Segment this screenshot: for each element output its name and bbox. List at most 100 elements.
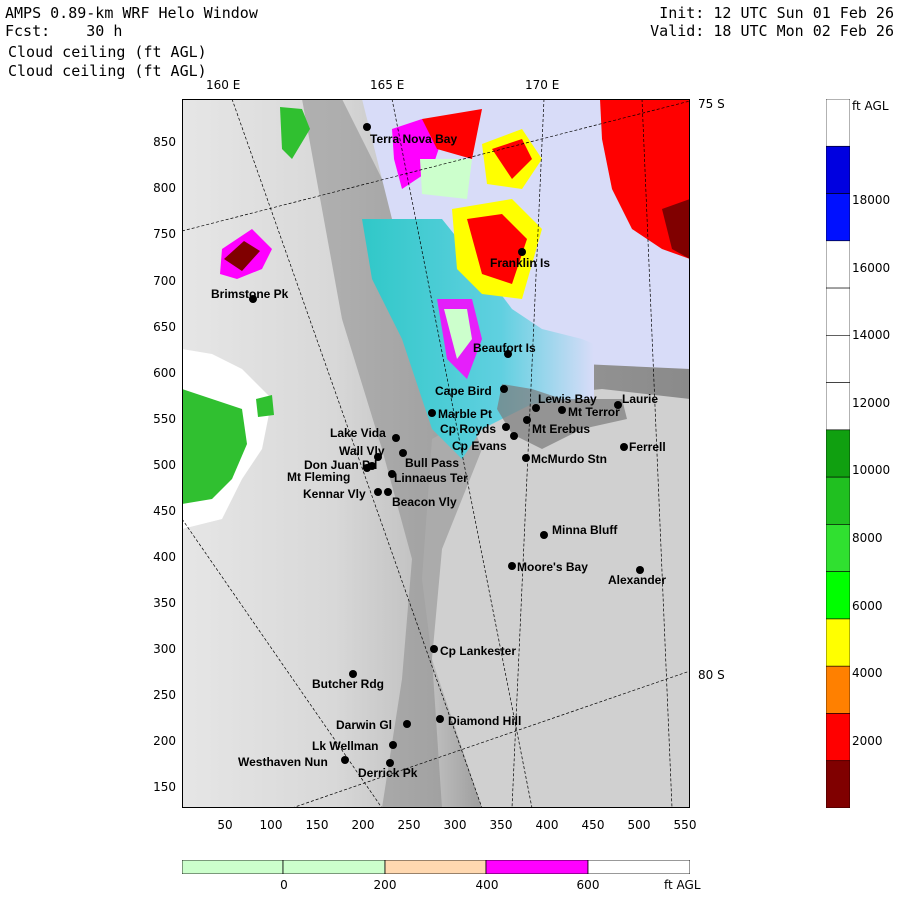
colorbar-tick-label: 16000 [852, 261, 891, 275]
place-label: Cp Evans [452, 439, 507, 453]
y-tick-label: 550 [153, 412, 176, 426]
x-tick-label: 550 [673, 818, 697, 832]
x-tick-label: 400 [535, 818, 559, 832]
place-label: Derrick Pk [358, 766, 418, 780]
place-marker-icon [363, 464, 371, 472]
colorbar-segment [826, 713, 850, 762]
hbar-segment [485, 860, 589, 874]
y-tick-label: 250 [153, 688, 176, 702]
y-tick-label: 450 [153, 504, 176, 518]
field-label-2: Cloud ceiling (ft AGL) [8, 62, 207, 80]
place-label: Mt Fleming [287, 470, 351, 484]
place-label: Butcher Rdg [312, 677, 384, 691]
place-marker-icon [558, 406, 566, 414]
colorbar-tick-label: 12000 [852, 396, 891, 410]
place-label: Moore's Bay [517, 560, 588, 574]
hbar-segment [587, 860, 690, 874]
place-marker-icon [384, 488, 392, 496]
place-label: Diamond Hill [448, 714, 522, 728]
field-label-1: Cloud ceiling (ft AGL) [8, 43, 207, 61]
lon-label: 160 E [206, 78, 241, 92]
hbar-tick-label: 600 [576, 878, 600, 892]
y-tick-label: 700 [153, 274, 176, 288]
colorbar-tick-label: 6000 [852, 599, 883, 613]
place-label: Bull Pass [405, 456, 460, 470]
place-label: Darwin Gl [336, 718, 393, 732]
lat-label: 75 S [698, 97, 725, 111]
place-label: Mt Erebus [532, 422, 591, 436]
colorbar-tick-label: 8000 [852, 531, 883, 545]
hbar-segment [384, 860, 487, 874]
map-title: AMPS 0.89-km WRF Helo Window [5, 4, 258, 22]
hbar-segment [282, 860, 386, 874]
place-label: Cp Lankester [440, 644, 517, 658]
cloud-ceiling-map [182, 99, 690, 808]
colorbar-segment [826, 571, 850, 620]
x-tick-label: 250 [397, 818, 421, 832]
x-tick-label: 450 [581, 818, 605, 832]
place-label: Lk Wellman [312, 739, 379, 753]
hbar-segment [182, 860, 284, 874]
colorbar-segment [826, 429, 850, 478]
place-marker-icon [502, 423, 510, 431]
hbar-tick-label: 400 [475, 878, 499, 892]
colorbar-tick-label: 2000 [852, 734, 883, 748]
x-tick-label: 350 [489, 818, 513, 832]
place-label: Lake Vida [330, 426, 386, 440]
colorbar-segment [826, 99, 850, 147]
place-marker-icon [510, 432, 518, 440]
lon-label: 165 E [370, 78, 405, 92]
colorbar-tick-label: 4000 [852, 666, 883, 680]
y-tick-label: 400 [153, 550, 176, 564]
y-tick-label: 200 [153, 734, 176, 748]
y-tick-label: 600 [153, 366, 176, 380]
place-marker-icon [374, 488, 382, 496]
colorbar-segment [826, 287, 850, 336]
colorbar-segment [826, 618, 850, 667]
colorbar-segment [826, 665, 850, 714]
place-label: Wall Vly [339, 444, 385, 458]
place-marker-icon [518, 248, 526, 256]
colorbar-segment [826, 524, 850, 572]
hbar-tick-label: 200 [373, 878, 397, 892]
lat-label: 80 S [698, 668, 725, 682]
place-marker-icon [508, 562, 516, 570]
colorbar-segment [826, 145, 850, 194]
place-marker-icon [363, 123, 371, 131]
x-tick-label: 500 [627, 818, 651, 832]
place-marker-icon [392, 434, 400, 442]
place-marker-icon [540, 531, 548, 539]
place-label: Terra Nova Bay [370, 132, 458, 146]
colorbar-segment [826, 382, 850, 431]
place-label: Laurie [622, 392, 659, 406]
place-marker-icon [522, 454, 530, 462]
place-label: McMurdo Stn [531, 452, 607, 466]
colorbar-tick-label: 10000 [852, 463, 891, 477]
y-tick-label: 650 [153, 320, 176, 334]
colorbar-unit: ft AGL [852, 99, 889, 113]
y-tick-label: 150 [153, 780, 176, 794]
place-marker-icon [389, 741, 397, 749]
x-tick-label: 150 [305, 818, 329, 832]
low-ceiling-colorbar [182, 860, 690, 874]
y-tick-label: 800 [153, 181, 176, 195]
x-tick-label: 50 [217, 818, 233, 832]
forecast-hour: Fcst: 30 h [5, 22, 123, 40]
x-tick-label: 200 [351, 818, 375, 832]
y-tick-label: 350 [153, 596, 176, 610]
place-label: Alexander [608, 573, 667, 587]
place-marker-icon [436, 715, 444, 723]
place-label: Ferrell [629, 440, 666, 454]
place-label: Lewis Bay [538, 392, 597, 406]
place-label: Westhaven Nun [238, 755, 328, 769]
hbar-tick-label: 0 [280, 878, 288, 892]
y-tick-label: 750 [153, 227, 176, 241]
colorbar-segment [826, 476, 850, 525]
init-time: Init: 12 UTC Sun 01 Feb 26 [659, 4, 894, 22]
place-label: Franklin Is [490, 256, 551, 270]
place-label: Beaufort Is [473, 341, 536, 355]
place-marker-icon [403, 720, 411, 728]
y-tick-label: 300 [153, 642, 176, 656]
colorbar-segment [826, 760, 850, 808]
place-label: Linnaeus Ter [394, 471, 468, 485]
